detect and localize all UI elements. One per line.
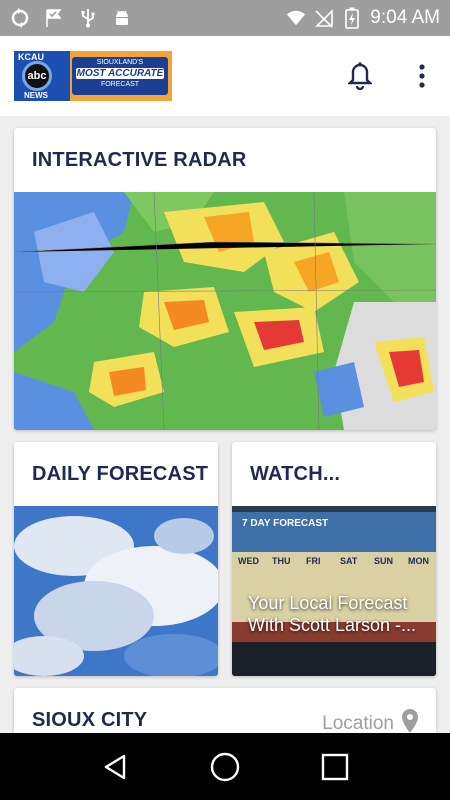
sync-icon — [10, 8, 30, 28]
location-label: Location — [322, 713, 394, 734]
svg-text:THU: THU — [272, 556, 291, 566]
sky-image — [14, 506, 218, 676]
station-logo[interactable]: KCAU abc NEWS SIOUXLAND'S MOST ACCURATE … — [14, 51, 172, 101]
bell-icon[interactable] — [346, 62, 374, 90]
home-icon[interactable] — [205, 747, 245, 787]
daily-forecast-title: DAILY FORECAST — [32, 463, 209, 485]
check-flag-icon — [44, 8, 64, 28]
watch-card[interactable]: WATCH... 7 DAY FORECAST WED THU FRI SAT … — [232, 442, 436, 676]
android-icon — [112, 8, 132, 28]
more-vert-icon[interactable] — [408, 62, 436, 90]
svg-text:FRI: FRI — [306, 556, 321, 566]
radar-map-image — [14, 192, 436, 430]
video-thumbnail[interactable]: 7 DAY FORECAST WED THU FRI SAT SUN MON Y… — [232, 506, 436, 676]
forecast-graphic: 7 DAY FORECAST WED THU FRI SAT SUN MON — [232, 506, 436, 676]
status-bar: 9:04 AM — [0, 0, 450, 36]
video-caption: Your Local Forecast With Scott Larson -.… — [248, 593, 417, 635]
back-icon[interactable] — [95, 747, 135, 787]
svg-text:SUN: SUN — [374, 556, 393, 566]
system-nav-bar — [0, 733, 450, 800]
logo-banner: SIOUXLAND'S MOST ACCURATE FORECAST — [72, 57, 168, 95]
svg-text:7 DAY FORECAST: 7 DAY FORECAST — [242, 518, 328, 529]
radar-title: INTERACTIVE RADAR — [32, 149, 247, 171]
app-bar: KCAU abc NEWS SIOUXLAND'S MOST ACCURATE … — [0, 36, 450, 116]
wifi-icon — [286, 8, 306, 28]
battery-charging-icon — [342, 7, 362, 29]
abc-logo-icon: abc — [22, 61, 52, 91]
daily-forecast-card[interactable]: DAILY FORECAST — [14, 442, 218, 676]
svg-text:WED: WED — [238, 556, 259, 566]
clock: 9:04 AM — [370, 7, 440, 28]
no-sim-icon — [314, 8, 334, 28]
svg-text:SAT: SAT — [340, 556, 358, 566]
logo-news: NEWS — [24, 91, 48, 100]
usb-icon — [78, 8, 98, 28]
svg-text:MON: MON — [408, 556, 429, 566]
interactive-radar-card[interactable]: INTERACTIVE RADAR — [14, 128, 436, 430]
watch-title: WATCH... — [250, 463, 341, 485]
recents-icon[interactable] — [315, 747, 355, 787]
